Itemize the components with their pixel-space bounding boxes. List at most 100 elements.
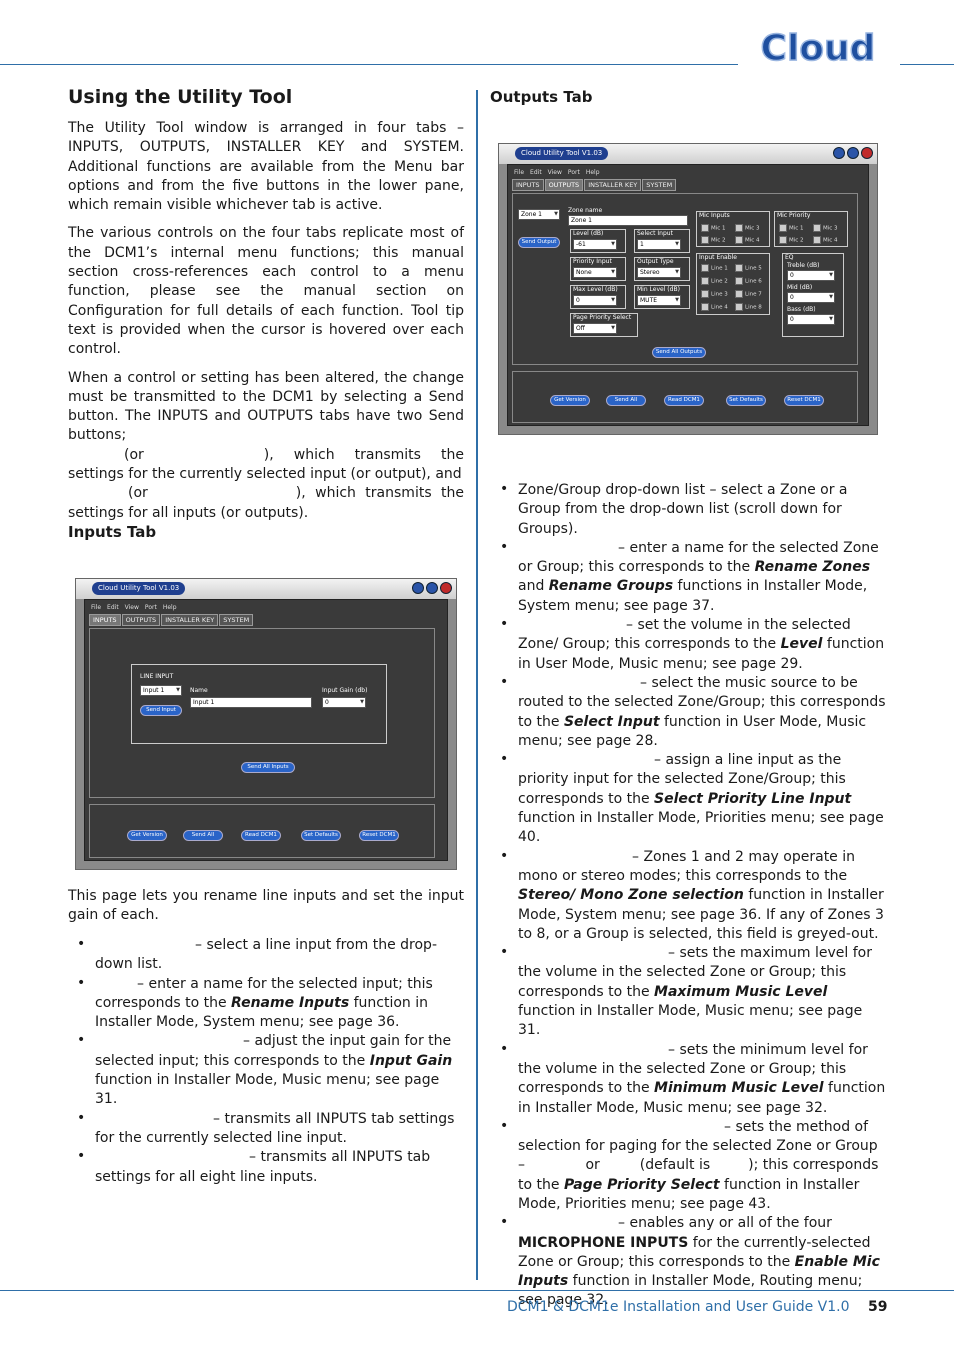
send-all-button[interactable]: Send All — [183, 830, 223, 841]
bass-select[interactable]: 0 — [787, 314, 835, 325]
list-item: – select a line input from the drop-down… — [77, 935, 465, 975]
max-level-select[interactable]: 0 — [573, 295, 617, 306]
tab-outputs[interactable]: OUTPUTS — [121, 614, 161, 626]
page-priority-select[interactable]: Off — [573, 323, 617, 334]
line-1-checkbox[interactable]: Line 1 — [701, 264, 728, 272]
close-icon[interactable] — [861, 147, 873, 159]
treble-select[interactable]: 0 — [787, 270, 835, 281]
bullet-text: function in Installer Mode, Priorities m… — [518, 810, 884, 846]
intro-paragraph-3: When a control or setting has been alter… — [68, 369, 464, 523]
bullet-text: – select a line input from the drop-down… — [95, 937, 437, 973]
zone-name-field[interactable]: Zone 1 — [568, 215, 688, 226]
menu-edit[interactable]: Edit — [530, 169, 542, 176]
mic-1-priority-checkbox[interactable]: Mic 1 — [779, 224, 804, 232]
bullet-bold: Select Priority Line Input — [654, 790, 852, 807]
tab-installer-key[interactable]: INSTALLER KEY — [584, 179, 642, 191]
menu-help[interactable]: Help — [163, 604, 177, 611]
min-level-select[interactable]: MUTE — [637, 295, 681, 306]
list-item: Zone/Group drop-down list – select a Zon… — [500, 480, 888, 539]
line-6-checkbox[interactable]: Line 6 — [735, 277, 762, 285]
outputs-bullet-list: Zone/Group drop-down list – select a Zon… — [500, 480, 888, 1311]
level-label: Level (dB) — [573, 230, 604, 237]
bullet-strong: MICROPHONE INPUTS — [518, 1234, 689, 1251]
min-level-label: Min Level (dB) — [637, 286, 680, 293]
line-3-checkbox[interactable]: Line 3 — [701, 290, 728, 298]
select-input-label: Select Input — [637, 230, 673, 237]
bullet-text: function in Installer Mode, Music menu; … — [518, 1003, 863, 1039]
line-2-checkbox[interactable]: Line 2 — [701, 277, 728, 285]
minimize-icon[interactable] — [412, 582, 424, 594]
menu-file[interactable]: File — [514, 169, 524, 176]
close-icon[interactable] — [440, 582, 452, 594]
menu-file[interactable]: File — [91, 604, 101, 611]
name-field[interactable]: Input 1 — [190, 697, 312, 708]
menu-view[interactable]: View — [548, 169, 562, 176]
reset-dcm1-button[interactable]: Reset DCM1 — [784, 395, 824, 406]
input-select[interactable]: Input 1 — [140, 685, 182, 696]
set-defaults-button[interactable]: Set Defaults — [726, 395, 766, 406]
tab-installer-key[interactable]: INSTALLER KEY — [161, 614, 219, 626]
list-item: – Zones 1 and 2 may operate in mono or s… — [500, 847, 888, 944]
mic-3-checkbox[interactable]: Mic 3 — [735, 224, 760, 232]
mic-1-checkbox[interactable]: Mic 1 — [701, 224, 726, 232]
list-item: – transmits all INPUTS tab settings for … — [77, 1147, 465, 1187]
mic-2-checkbox[interactable]: Mic 2 — [701, 236, 726, 244]
level-group: Level (dB) -61 — [570, 229, 626, 253]
page-number: 59 — [868, 1299, 888, 1315]
send-output-button[interactable]: Send Output — [518, 237, 560, 248]
send-all-button[interactable]: Send All — [606, 395, 646, 406]
bullet-text: and — [518, 578, 549, 595]
priority-input-label: Priority Input — [573, 258, 612, 265]
list-item: – transmits all INPUTS tab settings for … — [77, 1109, 465, 1149]
help-icon[interactable] — [847, 147, 859, 159]
window-titlebar: Cloud Utility Tool V1.03 — [499, 144, 877, 164]
tab-system[interactable]: SYSTEM — [642, 179, 677, 191]
mic-3-priority-checkbox[interactable]: Mic 3 — [813, 224, 838, 232]
input-gain-select[interactable]: 0 — [322, 697, 366, 708]
mic-2-priority-checkbox[interactable]: Mic 2 — [779, 236, 804, 244]
inputs-tab-heading: Inputs Tab — [68, 523, 157, 541]
column-divider — [476, 90, 478, 1280]
menu-help[interactable]: Help — [586, 169, 600, 176]
read-dcm1-button[interactable]: Read DCM1 — [241, 830, 281, 841]
tab-system[interactable]: SYSTEM — [219, 614, 254, 626]
menu-port[interactable]: Port — [145, 604, 157, 611]
get-version-button[interactable]: Get Version — [127, 830, 167, 841]
set-defaults-button[interactable]: Set Defaults — [301, 830, 341, 841]
tab-inputs[interactable]: INPUTS — [89, 614, 121, 626]
get-version-button[interactable]: Get Version — [550, 395, 590, 406]
send-all-outputs-button[interactable]: Send All Outputs — [652, 347, 706, 358]
menu-edit[interactable]: Edit — [107, 604, 119, 611]
line-5-checkbox[interactable]: Line 5 — [735, 264, 762, 272]
mid-select[interactable]: 0 — [787, 292, 835, 303]
tab-inputs[interactable]: INPUTS — [512, 179, 544, 191]
priority-input-select[interactable]: None — [573, 267, 617, 278]
bullet-bold: Minimum Music Level — [654, 1080, 824, 1097]
mic-4-checkbox[interactable]: Mic 4 — [735, 236, 760, 244]
outputs-tab-heading: Outputs Tab — [490, 88, 593, 106]
zone-select[interactable]: Zone 1 — [518, 209, 560, 220]
line-7-checkbox[interactable]: Line 7 — [735, 290, 762, 298]
window-title: Cloud Utility Tool V1.03 — [515, 147, 609, 160]
bullet-bold: Rename Inputs — [231, 994, 350, 1011]
help-icon[interactable] — [426, 582, 438, 594]
read-dcm1-button[interactable]: Read DCM1 — [664, 395, 704, 406]
minimize-icon[interactable] — [833, 147, 845, 159]
menu-port[interactable]: Port — [568, 169, 580, 176]
select-input-select[interactable]: 1 — [637, 239, 681, 250]
line-4-checkbox[interactable]: Line 4 — [701, 303, 728, 311]
list-item: – enter a name for the selected input; t… — [77, 974, 465, 1033]
mic-4-priority-checkbox[interactable]: Mic 4 — [813, 236, 838, 244]
tab-outputs[interactable]: OUTPUTS — [544, 179, 584, 191]
level-select[interactable]: -61 — [573, 239, 617, 250]
send-input-button[interactable]: Send Input — [140, 705, 182, 716]
send-all-inputs-button[interactable]: Send All Inputs — [241, 762, 295, 773]
line-8-checkbox[interactable]: Line 8 — [735, 303, 762, 311]
bullet-bold: Level — [780, 636, 823, 653]
priority-input-group: Priority Input None — [570, 257, 626, 281]
list-item: – select the music source to be routed t… — [500, 673, 888, 751]
menu-view[interactable]: View — [125, 604, 139, 611]
page-priority-label: Page Priority Select — [573, 314, 632, 321]
reset-dcm1-button[interactable]: Reset DCM1 — [359, 830, 399, 841]
output-type-select[interactable]: Stereo — [637, 267, 681, 278]
